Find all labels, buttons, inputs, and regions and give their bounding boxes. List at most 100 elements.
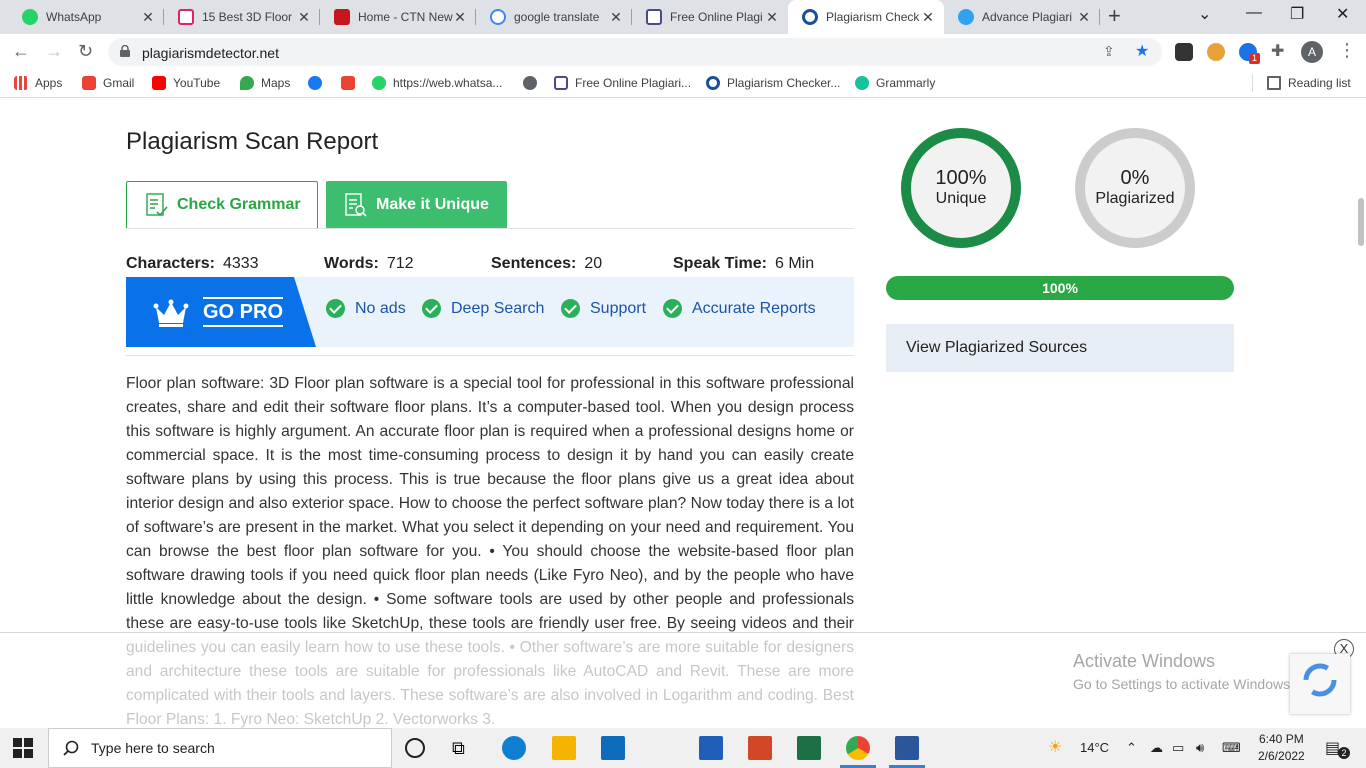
tab-divider: [1099, 9, 1100, 25]
tab-ctn-news[interactable]: Home - CTN New ✕: [320, 0, 476, 34]
store-icon[interactable]: [699, 736, 723, 760]
bookmark-label: https://web.whatsa...: [393, 76, 503, 90]
bookmark-globe[interactable]: [523, 76, 544, 90]
taskbar-search-box[interactable]: Type here to search: [48, 728, 392, 768]
weather-icon[interactable]: ☀: [1048, 737, 1062, 757]
page-icon: [178, 9, 194, 25]
address-bar[interactable]: plagiarismdetector.net ⇪ ★: [108, 38, 1162, 66]
close-tab-icon[interactable]: ✕: [764, 9, 780, 25]
go-pro-banner[interactable]: GO PRO No ads Deep Search Support Accura…: [126, 277, 854, 347]
speak-time-value: 6 Min: [774, 255, 815, 272]
tab-free-online-plagiarism[interactable]: Free Online Plagi ✕: [632, 0, 788, 34]
close-tab-icon[interactable]: ✕: [920, 9, 936, 25]
powerpoint-icon[interactable]: [748, 736, 772, 760]
bookmark-plagiarism-checker[interactable]: Plagiarism Checker...: [706, 76, 840, 90]
extension-m-icon[interactable]: [1175, 43, 1193, 61]
weather-temperature[interactable]: 14°C: [1080, 740, 1109, 755]
sentences-value: 20: [584, 255, 603, 272]
task-view-icon[interactable]: ⧉: [452, 736, 476, 760]
share-icon[interactable]: ⇪: [1103, 43, 1115, 60]
search-icon: [63, 740, 79, 756]
uniqueness-progress-bar: 100%: [886, 276, 1234, 300]
cortana-icon[interactable]: [405, 738, 425, 758]
menu-kebab-icon[interactable]: ⋮: [1338, 40, 1356, 61]
close-tab-icon[interactable]: ✕: [1076, 9, 1092, 25]
close-window-button[interactable]: ✕: [1336, 4, 1349, 24]
profile-avatar[interactable]: A: [1301, 41, 1323, 63]
plagiarized-label: Plagiarized: [1095, 190, 1175, 207]
unique-percent: 100%: [935, 167, 987, 189]
characters-value: 4333: [222, 255, 259, 272]
maximize-button[interactable]: ❐: [1290, 4, 1304, 24]
bookmark-facebook[interactable]: [308, 76, 329, 90]
document-search-icon: [345, 193, 367, 217]
word-icon[interactable]: [895, 736, 919, 760]
divider: [126, 355, 854, 356]
file-explorer-icon[interactable]: [552, 736, 576, 760]
bookmark-grammarly[interactable]: Grammarly: [855, 76, 935, 90]
extensions-puzzle-icon[interactable]: ✚: [1271, 41, 1284, 61]
seo-icon: [958, 9, 974, 25]
bookmark-maps[interactable]: Maps: [240, 76, 290, 90]
gmail-icon: [82, 76, 96, 90]
bookmark-gmail[interactable]: Gmail: [82, 76, 134, 90]
system-clock[interactable]: 6:40 PM 2/6/2022: [1258, 731, 1305, 765]
close-tab-icon[interactable]: ✕: [452, 9, 468, 25]
new-tab-button[interactable]: +: [1108, 5, 1121, 27]
make-unique-button[interactable]: Make it Unique: [326, 181, 507, 229]
scrollbar-thumb[interactable]: [1358, 198, 1364, 246]
extension-grammar-icon[interactable]: 1: [1239, 43, 1260, 64]
bookmark-label: Gmail: [103, 76, 135, 90]
tab-strip: WhatsApp ✕ 15 Best 3D Floor ✕ Home - CTN…: [0, 0, 1366, 34]
tab-title: Advance Plagiari: [982, 10, 1073, 24]
reload-button[interactable]: ↻: [78, 41, 93, 62]
mail-icon[interactable]: [601, 736, 625, 760]
onedrive-icon[interactable]: ☁: [1150, 740, 1163, 756]
feature-deep-search: Deep Search: [422, 299, 544, 318]
chrome-icon[interactable]: [846, 736, 870, 760]
bookmark-gmail-2[interactable]: [341, 76, 362, 90]
tab-google-translate[interactable]: google translate ✕: [476, 0, 632, 34]
bookmark-star-icon[interactable]: ★: [1135, 41, 1149, 61]
tab-whatsapp[interactable]: WhatsApp ✕: [8, 0, 164, 34]
close-tab-icon[interactable]: ✕: [140, 9, 156, 25]
forward-button[interactable]: →: [45, 41, 63, 62]
windows-start-icon[interactable]: [13, 738, 33, 758]
battery-icon[interactable]: ▭: [1172, 740, 1184, 756]
bookmark-youtube[interactable]: YouTube: [152, 76, 220, 90]
back-button[interactable]: ←: [12, 41, 30, 62]
plagiarized-percent: 0%: [1120, 167, 1150, 189]
whatsapp-icon: [22, 9, 38, 25]
tab-search-icon[interactable]: ⌄: [1198, 4, 1211, 24]
show-hidden-icons-chevron-icon[interactable]: ⌃: [1126, 740, 1137, 756]
make-unique-label: Make it Unique: [376, 196, 489, 213]
excel-icon[interactable]: [797, 736, 821, 760]
view-plagiarized-sources-button[interactable]: View Plagiarized Sources: [886, 324, 1234, 372]
page-title: Plagiarism Scan Report: [126, 128, 379, 155]
tab-3d-floor[interactable]: 15 Best 3D Floor ✕: [164, 0, 320, 34]
close-tab-icon[interactable]: ✕: [608, 9, 624, 25]
reading-list-button[interactable]: Reading list: [1267, 76, 1351, 90]
bookmark-label: Plagiarism Checker...: [727, 76, 841, 90]
bookmark-label: YouTube: [173, 76, 221, 90]
check-grammar-button[interactable]: Check Grammar: [126, 181, 318, 229]
document-icon: [646, 9, 662, 25]
bookmark-free-online-plagiarism[interactable]: Free Online Plagiari...: [554, 76, 691, 90]
tab-advance-plagiarism[interactable]: Advance Plagiari ✕: [944, 0, 1100, 34]
close-tab-icon[interactable]: ✕: [296, 9, 312, 25]
recaptcha-badge[interactable]: [1290, 654, 1350, 714]
edge-icon[interactable]: [502, 736, 526, 760]
bookmark-whatsapp-web[interactable]: https://web.whatsa...: [372, 76, 502, 90]
tab-plagiarism-checker[interactable]: Plagiarism Check ✕: [788, 0, 944, 34]
bookmark-label: Apps: [35, 76, 63, 90]
grammarly-icon: [855, 76, 869, 90]
go-pro-label: GO PRO: [203, 297, 284, 327]
keyboard-icon[interactable]: ⌨: [1222, 740, 1241, 756]
magnifier-icon: [706, 76, 720, 90]
volume-icon[interactable]: 🔊︎: [1196, 740, 1204, 756]
tab-title: google translate: [514, 10, 600, 24]
extension-sun-icon[interactable]: [1207, 43, 1225, 61]
minimize-button[interactable]: —: [1246, 4, 1262, 22]
bookmark-apps[interactable]: Apps: [14, 76, 62, 90]
sentences-label: Sentences:: [491, 255, 577, 272]
